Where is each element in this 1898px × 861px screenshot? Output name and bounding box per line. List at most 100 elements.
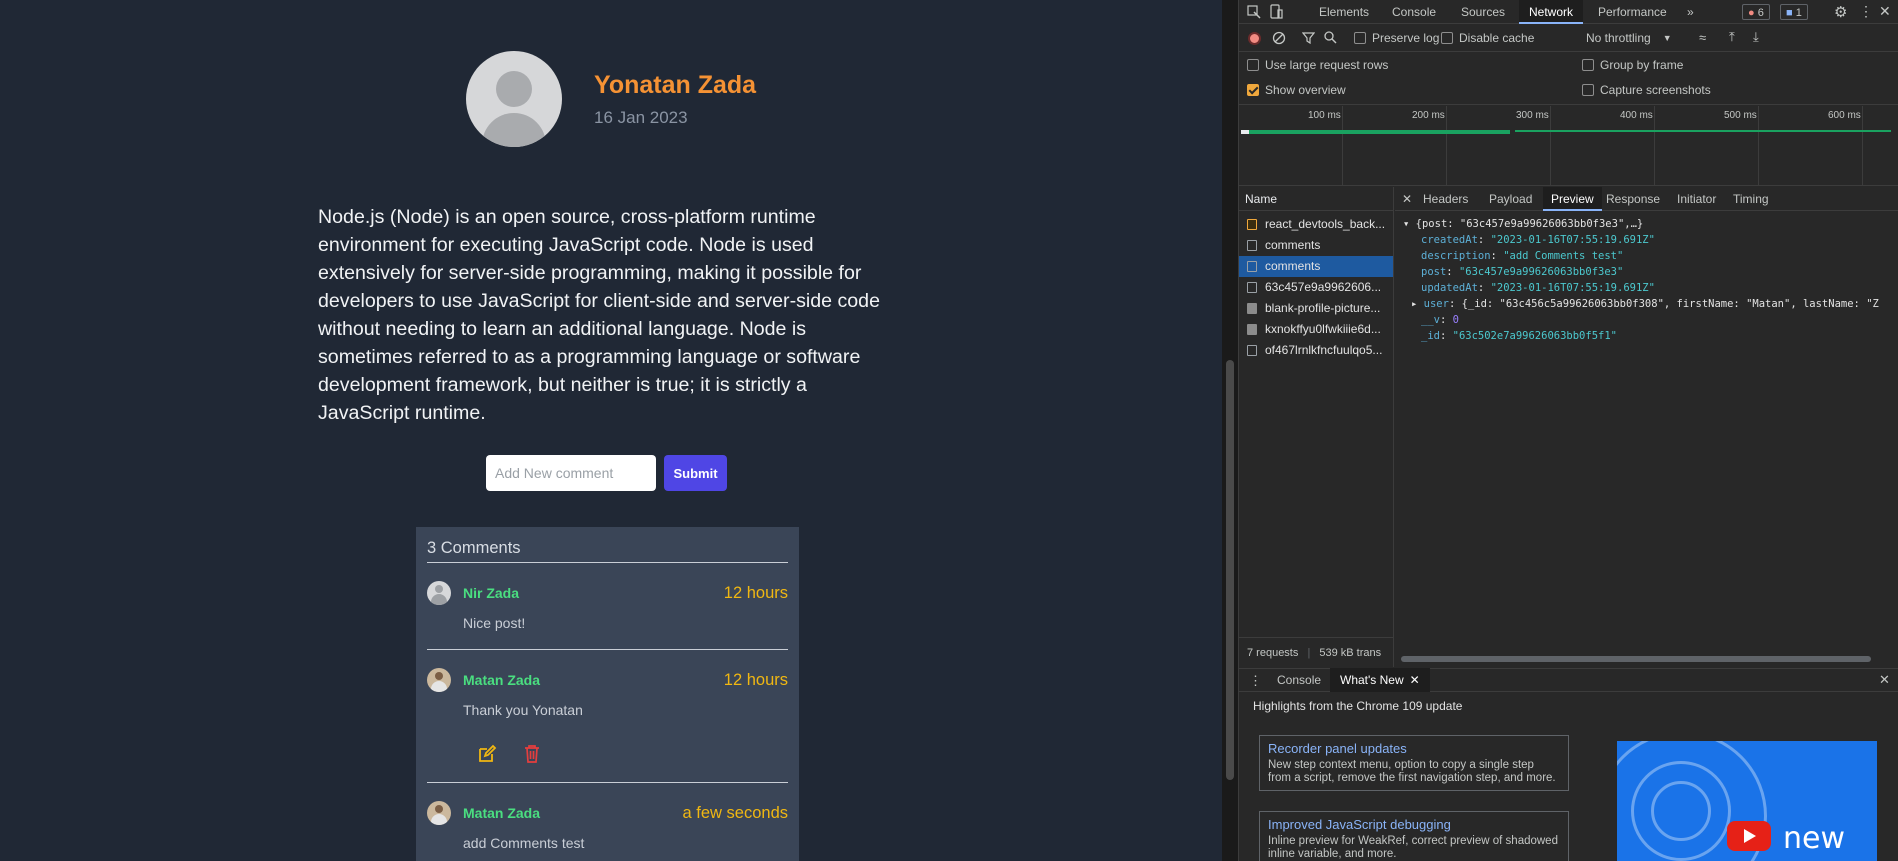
json-preview: ▾ {post: "63c457e9a99626063bb0f3e3",…} c… <box>1395 211 1898 344</box>
post-date: 16 Jan 2023 <box>594 108 688 127</box>
tab-preview[interactable]: Preview <box>1543 187 1602 211</box>
drawer-tab-console[interactable]: Console <box>1277 668 1321 692</box>
messages-count: 1 <box>1795 7 1802 19</box>
tab-timing[interactable]: Timing <box>1733 187 1769 211</box>
throttling-select[interactable]: No throttling ▼ <box>1586 31 1672 45</box>
name-column-header[interactable]: Name <box>1239 187 1393 211</box>
clear-icon[interactable] <box>1272 31 1286 48</box>
devtools-panel: Elements Console Sources Network Perform… <box>1238 0 1898 861</box>
network-conditions-icon[interactable]: ≈ <box>1699 30 1706 45</box>
avatar <box>427 668 451 692</box>
post-author: Yonatan Zada 16 Jan 2023 <box>466 51 756 147</box>
tab-headers[interactable]: Headers <box>1423 187 1468 211</box>
request-row[interactable]: comments <box>1239 235 1393 256</box>
card-description: Inline preview for WeakRef, correct prev… <box>1268 835 1558 860</box>
post-body: Node.js (Node) is an open source, cross-… <box>318 206 880 424</box>
tab-console[interactable]: Console <box>1392 0 1436 24</box>
errors-count: 6 <box>1757 7 1764 19</box>
network-overview[interactable]: 100 ms 200 ms 300 ms 400 ms 500 ms 600 m… <box>1239 106 1898 186</box>
drawer-menu-icon[interactable]: ⋮ <box>1249 673 1262 689</box>
tab-network[interactable]: Network <box>1519 0 1584 24</box>
request-row[interactable]: kxnokffyu0lfwkiiie6d... <box>1239 319 1393 340</box>
close-drawer-icon[interactable]: ✕ <box>1879 672 1890 688</box>
network-summary: 7 requests | 539 kB trans <box>1239 637 1394 667</box>
comment-text: Nice post! <box>463 615 526 631</box>
search-icon[interactable] <box>1324 31 1337 47</box>
whats-new-card[interactable]: Recorder panel updates New step context … <box>1259 735 1569 791</box>
tab-elements[interactable]: Elements <box>1319 0 1369 24</box>
disable-cache-checkbox[interactable]: Disable cache <box>1441 31 1534 45</box>
comment-actions <box>477 744 788 764</box>
settings-icon[interactable]: ⚙ <box>1834 3 1847 21</box>
card-description: New step context menu, option to copy a … <box>1268 759 1556 784</box>
comment-time: a few seconds <box>682 803 788 822</box>
drawer-tab-whats-new[interactable]: What's New ✕ <box>1330 668 1430 692</box>
overview-tick: 200 ms <box>1412 110 1445 121</box>
card-title[interactable]: Improved JavaScript debugging <box>1268 817 1560 832</box>
filter-icon[interactable] <box>1301 32 1316 47</box>
errors-badge[interactable]: ● 6 <box>1742 4 1770 20</box>
comment-input[interactable] <box>486 455 656 491</box>
import-har-icon[interactable]: ⤒ <box>1729 29 1735 45</box>
inspect-icon[interactable] <box>1247 5 1261 22</box>
overview-tick: 100 ms <box>1308 110 1341 121</box>
request-list: Name react_devtools_back... comments com… <box>1239 187 1394 667</box>
details-tabbar: ✕ Headers Payload Preview Response Initi… <box>1395 187 1898 211</box>
capture-screenshots-checkbox[interactable]: Capture screenshots <box>1582 83 1711 97</box>
show-overview-checkbox[interactable]: Show overview <box>1247 83 1346 97</box>
page-scrollbar[interactable] <box>1222 0 1238 861</box>
overview-tick: 400 ms <box>1620 110 1653 121</box>
close-tab-icon[interactable]: ✕ <box>1410 673 1420 687</box>
request-row-selected[interactable]: comments <box>1239 256 1393 277</box>
kebab-menu-icon[interactable]: ⋮ <box>1859 3 1873 20</box>
comment-text: Thank you Yonatan <box>463 702 583 718</box>
overview-waterfall-bar <box>1515 130 1891 132</box>
tab-payload[interactable]: Payload <box>1489 187 1532 211</box>
delete-icon[interactable] <box>523 744 541 764</box>
card-title[interactable]: Recorder panel updates <box>1268 741 1560 756</box>
avatar <box>427 801 451 825</box>
record-icon[interactable] <box>1248 32 1261 45</box>
request-row[interactable]: of467lrnlkfncfuulqo5... <box>1239 340 1393 361</box>
comments-section: 3 Comments Nir Zada 12 hours Nice post! … <box>416 527 799 861</box>
request-row[interactable]: 63c457e9a9962606... <box>1239 277 1393 298</box>
whats-new-card[interactable]: Improved JavaScript debugging Inline pre… <box>1259 811 1569 861</box>
drawer-tabbar: ⋮ Console What's New ✕ ✕ <box>1239 668 1898 692</box>
comment-form: Submit <box>486 455 727 491</box>
comment-item: Matan Zada 12 hours Thank you Yonatan <box>427 650 788 783</box>
more-tabs-icon[interactable]: » <box>1687 0 1694 24</box>
tab-sources[interactable]: Sources <box>1461 0 1505 24</box>
overview-waterfall-bar <box>1241 130 1249 134</box>
request-row[interactable]: react_devtools_back... <box>1239 214 1393 235</box>
comment-author[interactable]: Matan Zada <box>463 805 540 821</box>
large-rows-checkbox[interactable]: Use large request rows <box>1247 58 1388 72</box>
author-name[interactable]: Yonatan Zada <box>594 70 756 100</box>
device-toolbar-icon[interactable] <box>1269 4 1283 23</box>
json-user-node[interactable]: ▸ user: {_id: "63c456c5a99626063bb0f308"… <box>1403 296 1898 312</box>
preserve-log-checkbox[interactable]: Preserve log <box>1354 31 1439 45</box>
edit-icon[interactable] <box>477 744 497 764</box>
request-row[interactable]: blank-profile-picture... <box>1239 298 1393 319</box>
comments-count: 3 Comments <box>427 539 788 563</box>
comment-item: Nir Zada 12 hours Nice post! <box>427 563 788 650</box>
whats-new-video[interactable]: new <box>1617 741 1877 861</box>
play-icon[interactable] <box>1727 821 1771 851</box>
close-details-icon[interactable]: ✕ <box>1402 187 1412 211</box>
comment-author[interactable]: Nir Zada <box>463 585 519 601</box>
blog-app: Yonatan Zada 16 Jan 2023 Node.js (Node) … <box>0 0 1222 861</box>
horizontal-scrollbar[interactable] <box>1395 655 1898 663</box>
group-by-frame-checkbox[interactable]: Group by frame <box>1582 58 1683 72</box>
overview-tick: 600 ms <box>1828 110 1861 121</box>
json-root[interactable]: ▾ {post: "63c457e9a99626063bb0f3e3",…} <box>1403 216 1898 232</box>
tab-response[interactable]: Response <box>1606 187 1660 211</box>
tab-performance[interactable]: Performance <box>1598 0 1667 24</box>
comment-time: 12 hours <box>723 670 788 689</box>
messages-badge[interactable]: ■ 1 <box>1780 4 1808 20</box>
comment-author[interactable]: Matan Zada <box>463 672 540 688</box>
network-options: Use large request rows Show overview Gro… <box>1239 53 1898 105</box>
comment-time: 12 hours <box>723 583 788 602</box>
close-devtools-icon[interactable]: ✕ <box>1879 3 1891 20</box>
submit-button[interactable]: Submit <box>664 455 727 491</box>
export-har-icon[interactable]: ⤓ <box>1753 29 1759 45</box>
tab-initiator[interactable]: Initiator <box>1677 187 1716 211</box>
